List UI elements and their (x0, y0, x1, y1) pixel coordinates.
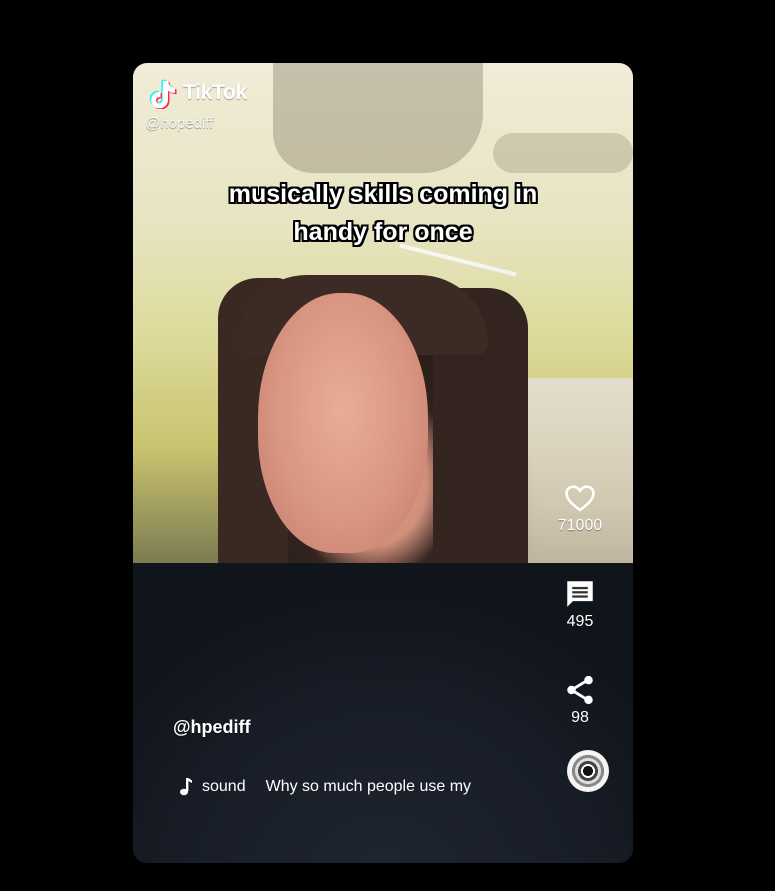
video-author-username[interactable]: @hpediff (173, 717, 251, 738)
share-count: 98 (571, 709, 589, 726)
share-button[interactable]: 98 (548, 673, 612, 727)
comment-count: 495 (566, 613, 594, 630)
video-player[interactable]: TikTok @hopediff musically skills coming… (133, 63, 633, 863)
like-count: 71000 (557, 517, 603, 534)
tiktok-wordmark: TikTok (183, 81, 247, 104)
caption-line: musically skills coming in (228, 180, 538, 208)
sound-info[interactable]: sound Why so much people use my (177, 777, 471, 797)
music-disc-icon[interactable] (567, 750, 609, 792)
share-icon (567, 675, 593, 705)
tiktok-note-logo-icon (149, 79, 177, 109)
caption-line: handy for once (293, 218, 473, 246)
comment-icon (567, 581, 593, 607)
video-caption: musically skills coming in handy for onc… (183, 175, 583, 251)
heart-icon (565, 485, 595, 512)
like-button[interactable]: 71000 (548, 481, 612, 535)
comment-button[interactable]: 495 (548, 577, 612, 631)
tiktok-logo: TikTok (149, 77, 247, 109)
music-note-icon (180, 778, 192, 796)
author-watermark: @hopediff (145, 115, 214, 132)
sound-title: Why so much people use my (265, 778, 472, 795)
sound-label: sound (202, 778, 246, 795)
scene-shadow (273, 63, 483, 173)
scene-face (258, 293, 428, 553)
scene-shadow (493, 133, 633, 173)
